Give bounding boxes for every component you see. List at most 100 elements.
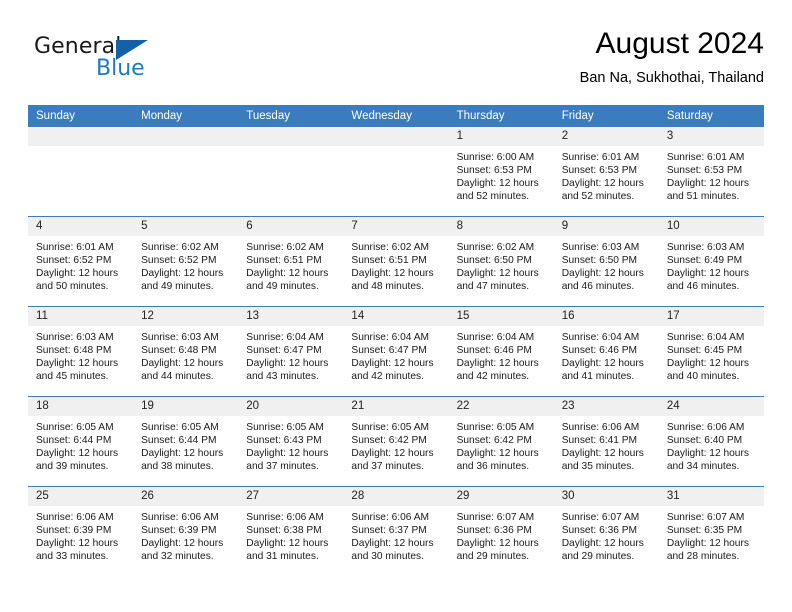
calendar-day-cell-empty (343, 127, 449, 217)
day-details: Sunrise: 6:01 AM Sunset: 6:52 PM Daylight:… (28, 236, 133, 293)
day-number: 14 (343, 307, 449, 326)
daylight-text-line2: and 36 minutes. (456, 461, 530, 473)
sunset-text: Sunset: 6:40 PM (666, 435, 743, 447)
day-details: Sunrise: 6:06 AM Sunset: 6:39 PM Daylight:… (133, 506, 238, 563)
calendar-day-cell[interactable]: 17 Sunrise: 6:04 AM Sunset: 6:45 PM Dayligh… (658, 306, 764, 397)
sunset-text: Sunset: 6:37 PM (351, 525, 427, 537)
sunset-text: Sunset: 6:45 PM (666, 345, 743, 357)
sunrise-text: Sunrise: 6:02 AM (351, 242, 430, 253)
calendar-day-cell[interactable]: 23 Sunrise: 6:06 AM Sunset: 6:41 PM Dayligh… (553, 396, 659, 487)
day-number: 18 (28, 397, 134, 416)
daylight-text-line2: and 47 minutes. (456, 281, 530, 293)
day-number: 6 (238, 217, 344, 236)
calendar-page: General Blue August 2024 Ban Na, Sukhoth… (0, 0, 792, 612)
page-title: August 2024 (595, 27, 764, 60)
daylight-text-line2: and 49 minutes. (141, 281, 214, 293)
calendar-day-cell[interactable]: 22 Sunrise: 6:05 AM Sunset: 6:42 PM Dayligh… (448, 396, 554, 487)
sunrise-text: Sunrise: 6:02 AM (246, 242, 324, 253)
sunrise-text: Sunrise: 6:07 AM (561, 512, 640, 523)
calendar-day-cell[interactable]: 2 Sunrise: 6:01 AM Sunset: 6:53 PM Daylight… (553, 127, 659, 217)
calendar-body: 1 Sunrise: 6:00 AM Sunset: 6:53 PM Daylight… (28, 127, 764, 576)
day-number: 22 (448, 397, 554, 416)
brand-logo[interactable]: General Blue (34, 34, 234, 92)
daylight-text-line2: and 28 minutes. (666, 551, 740, 563)
sunset-text: Sunset: 6:50 PM (456, 255, 532, 267)
page-header: General Blue August 2024 Ban Na, Sukhoth… (28, 26, 764, 96)
calendar-day-cell[interactable]: 30 Sunrise: 6:07 AM Sunset: 6:36 PM Dayligh… (553, 486, 659, 576)
brand-name-blue: Blue (96, 56, 145, 81)
day-details: Sunrise: 6:02 AM Sunset: 6:50 PM Daylight:… (449, 236, 554, 293)
daylight-text-line2: and 30 minutes. (351, 551, 424, 563)
daylight-text-line2: and 37 minutes. (351, 461, 424, 473)
day-number: 17 (658, 307, 764, 326)
calendar-day-cell[interactable]: 29 Sunrise: 6:07 AM Sunset: 6:36 PM Dayligh… (448, 486, 554, 576)
daylight-text-line1: Daylight: 12 hours (666, 268, 749, 280)
day-details: Sunrise: 6:04 AM Sunset: 6:47 PM Daylight:… (238, 326, 343, 383)
calendar-day-cell[interactable]: 9 Sunrise: 6:03 AM Sunset: 6:50 PM Daylight… (553, 216, 659, 307)
daylight-text-line1: Daylight: 12 hours (666, 538, 749, 550)
daylight-text-line1: Daylight: 12 hours (141, 448, 224, 460)
calendar-week-row: 11 Sunrise: 6:03 AM Sunset: 6:48 PM Dayligh… (28, 306, 764, 397)
day-number: 4 (28, 217, 134, 236)
calendar-day-cell[interactable]: 3 Sunrise: 6:01 AM Sunset: 6:53 PM Daylight… (658, 127, 764, 217)
day-number (238, 127, 344, 146)
daylight-text-line2: and 42 minutes. (456, 371, 530, 383)
sunrise-text: Sunrise: 6:06 AM (246, 512, 324, 523)
calendar-day-cell[interactable]: 25 Sunrise: 6:06 AM Sunset: 6:39 PM Dayligh… (28, 486, 134, 576)
sunrise-text: Sunrise: 6:07 AM (666, 512, 745, 523)
calendar-day-cell[interactable]: 10 Sunrise: 6:03 AM Sunset: 6:49 PM Dayligh… (658, 216, 764, 307)
calendar-day-cell-empty (238, 127, 344, 217)
calendar-day-cell[interactable]: 24 Sunrise: 6:06 AM Sunset: 6:40 PM Dayligh… (658, 396, 764, 487)
calendar-day-cell[interactable]: 19 Sunrise: 6:05 AM Sunset: 6:44 PM Dayligh… (133, 396, 239, 487)
daylight-text-line1: Daylight: 12 hours (246, 268, 329, 280)
calendar-day-cell[interactable]: 13 Sunrise: 6:04 AM Sunset: 6:47 PM Dayligh… (238, 306, 344, 397)
calendar-day-cell[interactable]: 1 Sunrise: 6:00 AM Sunset: 6:53 PM Daylight… (448, 127, 554, 217)
sunrise-text: Sunrise: 6:01 AM (666, 152, 745, 163)
daylight-text-line2: and 46 minutes. (666, 281, 740, 293)
sunrise-text: Sunrise: 6:03 AM (36, 332, 114, 343)
calendar-day-cell[interactable]: 26 Sunrise: 6:06 AM Sunset: 6:39 PM Dayligh… (133, 486, 239, 576)
sunset-text: Sunset: 6:50 PM (561, 255, 638, 267)
day-number: 13 (238, 307, 344, 326)
daylight-text-line2: and 39 minutes. (36, 461, 109, 473)
calendar-day-cell[interactable]: 12 Sunrise: 6:03 AM Sunset: 6:48 PM Dayligh… (133, 306, 239, 397)
day-details: Sunrise: 6:02 AM Sunset: 6:51 PM Daylight:… (238, 236, 343, 293)
calendar-day-cell[interactable]: 7 Sunrise: 6:02 AM Sunset: 6:51 PM Daylight… (343, 216, 449, 307)
calendar-day-cell[interactable]: 20 Sunrise: 6:05 AM Sunset: 6:43 PM Dayligh… (238, 396, 344, 487)
daylight-text-line1: Daylight: 12 hours (246, 448, 329, 460)
sunset-text: Sunset: 6:44 PM (36, 435, 112, 447)
calendar-day-cell[interactable]: 27 Sunrise: 6:06 AM Sunset: 6:38 PM Dayligh… (238, 486, 344, 576)
sunset-text: Sunset: 6:51 PM (246, 255, 322, 267)
day-details: Sunrise: 6:03 AM Sunset: 6:50 PM Daylight:… (554, 236, 659, 293)
calendar-day-cell[interactable]: 28 Sunrise: 6:06 AM Sunset: 6:37 PM Dayligh… (343, 486, 449, 576)
day-details: Sunrise: 6:04 AM Sunset: 6:46 PM Daylight:… (554, 326, 659, 383)
calendar-day-cell[interactable]: 14 Sunrise: 6:04 AM Sunset: 6:47 PM Dayligh… (343, 306, 449, 397)
calendar-day-cell[interactable]: 11 Sunrise: 6:03 AM Sunset: 6:48 PM Dayligh… (28, 306, 134, 397)
daylight-text-line2: and 41 minutes. (561, 371, 635, 383)
day-number: 9 (553, 217, 659, 236)
calendar-day-cell[interactable]: 15 Sunrise: 6:04 AM Sunset: 6:46 PM Dayligh… (448, 306, 554, 397)
calendar-day-cell[interactable]: 6 Sunrise: 6:02 AM Sunset: 6:51 PM Daylight… (238, 216, 344, 307)
calendar-day-cell[interactable]: 16 Sunrise: 6:04 AM Sunset: 6:46 PM Dayligh… (553, 306, 659, 397)
day-number: 29 (448, 487, 554, 506)
sunrise-text: Sunrise: 6:05 AM (141, 422, 219, 433)
sunset-text: Sunset: 6:42 PM (351, 435, 427, 447)
day-number: 15 (448, 307, 554, 326)
calendar-day-cell[interactable]: 4 Sunrise: 6:01 AM Sunset: 6:52 PM Daylight… (28, 216, 134, 307)
daylight-text-line1: Daylight: 12 hours (246, 538, 329, 550)
calendar-day-cell[interactable]: 8 Sunrise: 6:02 AM Sunset: 6:50 PM Daylight… (448, 216, 554, 307)
calendar-day-cell[interactable]: 31 Sunrise: 6:07 AM Sunset: 6:35 PM Dayligh… (658, 486, 764, 576)
day-details: Sunrise: 6:01 AM Sunset: 6:53 PM Daylight:… (554, 146, 659, 203)
daylight-text-line2: and 31 minutes. (246, 551, 319, 563)
sunset-text: Sunset: 6:46 PM (561, 345, 638, 357)
daylight-text-line2: and 52 minutes. (561, 191, 635, 203)
day-number: 25 (28, 487, 134, 506)
calendar-day-cell[interactable]: 18 Sunrise: 6:05 AM Sunset: 6:44 PM Dayligh… (28, 396, 134, 487)
day-number: 28 (343, 487, 449, 506)
calendar-day-cell[interactable]: 5 Sunrise: 6:02 AM Sunset: 6:52 PM Daylight… (133, 216, 239, 307)
sunset-text: Sunset: 6:44 PM (141, 435, 217, 447)
day-details: Sunrise: 6:02 AM Sunset: 6:52 PM Daylight:… (133, 236, 238, 293)
weekday-header-thursday: Thursday (448, 105, 554, 127)
day-number: 19 (133, 397, 239, 416)
calendar-day-cell[interactable]: 21 Sunrise: 6:05 AM Sunset: 6:42 PM Dayligh… (343, 396, 449, 487)
